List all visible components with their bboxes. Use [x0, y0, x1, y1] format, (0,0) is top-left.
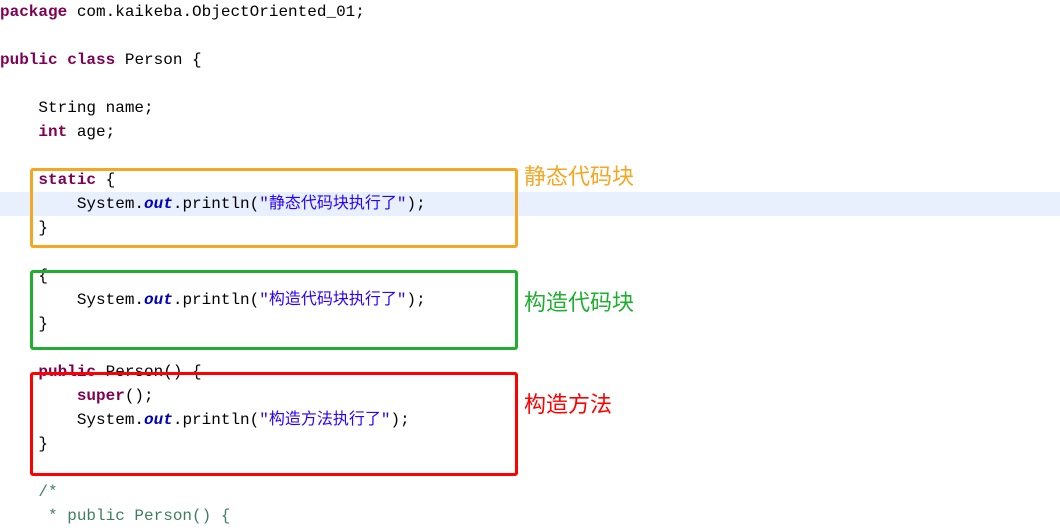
comment: * public Person() { [0, 507, 230, 525]
code-line: } [0, 216, 1060, 240]
annotation-init: 构造代码块 [524, 286, 634, 319]
code-line [0, 72, 1060, 96]
annotation-constructor: 构造方法 [524, 388, 612, 421]
annotation-static: 静态代码块 [524, 160, 634, 193]
field-out: out [144, 291, 173, 309]
code-line: { [0, 264, 1060, 288]
keyword-package: package [0, 3, 67, 21]
code-line: /* [0, 480, 1060, 504]
string-literal: "构造代码块执行了" [259, 291, 406, 309]
code-editor: package com.kaikeba.ObjectOriented_01; p… [0, 0, 1060, 528]
string-literal: "构造方法执行了" [259, 411, 390, 429]
code-line: public class Person { [0, 48, 1060, 72]
field-out: out [144, 195, 173, 213]
keyword-public: public [38, 363, 96, 381]
code-line [0, 456, 1060, 480]
code-line: * public Person() { [0, 504, 1060, 528]
code-line: int age; [0, 120, 1060, 144]
code-line [0, 24, 1060, 48]
string-literal: "静态代码块执行了" [259, 195, 406, 213]
field-out: out [144, 411, 173, 429]
keyword-static: static [38, 171, 96, 189]
keyword-public: public [0, 51, 58, 69]
code-line-active: System.out.println("静态代码块执行了"); [0, 192, 1060, 216]
code-line: package com.kaikeba.ObjectOriented_01; [0, 0, 1060, 24]
code-line: String name; [0, 96, 1060, 120]
code-line: } [0, 432, 1060, 456]
code-line: public Person() { [0, 360, 1060, 384]
code-line [0, 240, 1060, 264]
code-line [0, 336, 1060, 360]
keyword-class: class [67, 51, 115, 69]
comment: /* [0, 483, 58, 501]
keyword-super: super [77, 387, 125, 405]
